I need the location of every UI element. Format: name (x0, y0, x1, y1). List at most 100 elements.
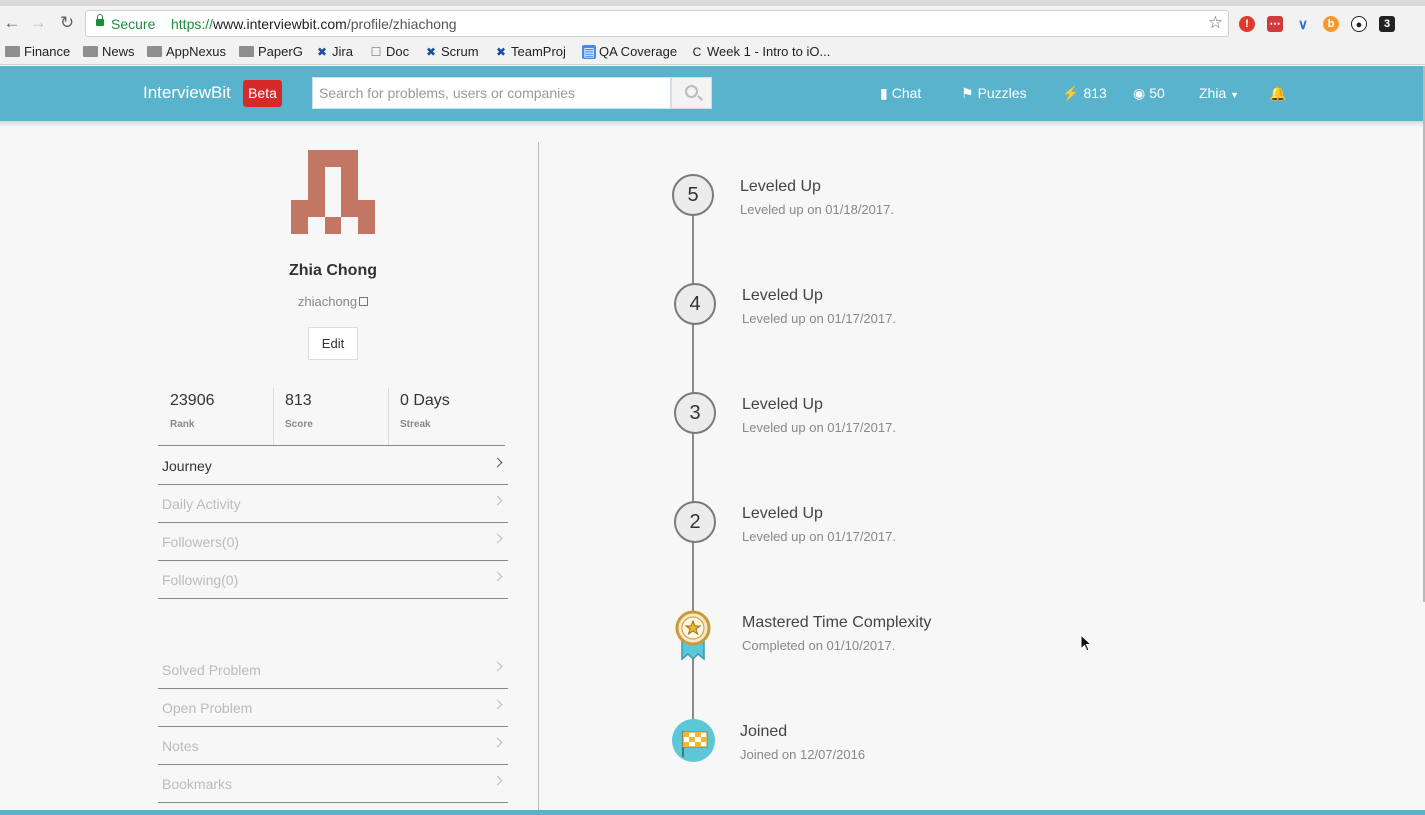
menu-following[interactable]: Following(0) (158, 561, 508, 599)
browser-toolbar: ← → ↻ Secure https://www.interviewbit.co… (0, 6, 1425, 40)
user-menu[interactable]: Zhia ▼ (1199, 85, 1239, 101)
bookmarks-bar: Finance News AppNexus PaperG ✖ Jira ☐ Doc … (0, 40, 1425, 65)
folder-icon (83, 46, 98, 57)
bookmark-label: News (102, 44, 135, 59)
bookmark-scrum[interactable]: ✖ Scrum (424, 44, 479, 59)
chevron-right-icon (492, 571, 503, 582)
menu-notes[interactable]: Notes (158, 727, 508, 765)
bookmark-appnexus[interactable]: AppNexus (147, 44, 226, 59)
handle-text: zhiachong (297, 294, 358, 309)
back-icon[interactable]: ← (2, 14, 22, 32)
bell-icon[interactable]: 🔔 (1269, 85, 1286, 102)
user-name: Zhia (1199, 85, 1227, 101)
stat-rank: 23906 Rank (158, 388, 273, 445)
mouse-cursor-icon (1080, 634, 1093, 652)
extension-b-icon[interactable]: b (1323, 16, 1339, 32)
chevron-right-icon (492, 699, 503, 710)
bookmark-label: QA Coverage (599, 44, 678, 59)
event-title: Leveled Up (740, 178, 821, 195)
bookmark-label: Jira (332, 44, 353, 59)
bolt-icon: ⚡ (1062, 85, 1080, 101)
menu-daily-activity[interactable]: Daily Activity (158, 485, 508, 523)
level-badge: 2 (674, 501, 716, 543)
address-bar[interactable]: Secure https://www.interviewbit.com/prof… (85, 10, 1229, 37)
extension-dots-icon[interactable]: ⋯ (1267, 16, 1283, 32)
search-input[interactable] (312, 77, 671, 109)
chat-label: Chat (891, 85, 922, 101)
menu-journey[interactable]: Journey (158, 447, 508, 485)
search-button[interactable] (671, 77, 712, 109)
lock-icon (96, 14, 104, 26)
bookmark-label: PaperG (258, 44, 303, 59)
beta-badge: Beta (243, 80, 282, 107)
extension-badge: 3 (1383, 18, 1391, 30)
menu-label: Following(0) (162, 572, 239, 588)
coins-link[interactable]: ◉ 50 (1133, 85, 1165, 102)
stat-value: 23906 (170, 392, 215, 409)
chat-link[interactable]: ▮ Chat (880, 85, 921, 102)
stat-value: 0 Days (400, 392, 450, 409)
app-header: InterviewBit Beta ▮Chat ⚑Puzzles ⚡813 ◉5… (0, 66, 1425, 121)
doc-search-icon: ☐ (370, 45, 382, 59)
bookmark-label: AppNexus (166, 44, 226, 59)
chevron-right-icon (492, 457, 503, 468)
edit-button[interactable]: Edit (308, 327, 358, 360)
folder-icon (239, 46, 254, 57)
bookmark-star-icon[interactable]: ☆ (1208, 13, 1223, 33)
bookmark-label: Doc (386, 44, 410, 59)
puzzles-link[interactable]: ⚑ Puzzles (961, 85, 1027, 102)
bookmark-label: Finance (24, 44, 71, 59)
stat-score: 813 Score (273, 388, 388, 445)
chevron-right-icon (492, 775, 503, 786)
stat-value: 813 (285, 392, 312, 409)
stats-bottom-border (158, 445, 505, 446)
bookmark-doc[interactable]: ☐ Doc (369, 44, 410, 59)
footer-bar (0, 810, 1425, 815)
profile-handle: zhiachong (258, 294, 408, 309)
checkered-flag-icon (682, 731, 708, 757)
bookmark-week1[interactable]: C Week 1 - Intro to iO... (690, 44, 831, 59)
menu-label: Daily Activity (162, 496, 241, 512)
score-link[interactable]: ⚡ 813 (1062, 85, 1107, 102)
extension-panda-icon[interactable]: ● (1351, 16, 1367, 32)
level-badge: 5 (672, 174, 714, 216)
folder-icon (147, 46, 162, 57)
coins-value: 50 (1149, 85, 1165, 101)
puzzles-label: Puzzles (977, 85, 1027, 101)
bookmark-label: TeamProj (511, 44, 566, 59)
header-shadow (0, 121, 1425, 127)
url-domain: www.interviewbit.com (213, 16, 347, 32)
menu-open-problem[interactable]: Open Problem (158, 689, 508, 727)
bookmark-jira[interactable]: ✖ Jira (315, 44, 353, 59)
brand-logo[interactable]: InterviewBit (143, 83, 231, 103)
event-subtitle: Leveled up on 01/17/2017. (742, 529, 896, 544)
menu-label: Bookmarks (162, 776, 233, 792)
bookmark-finance[interactable]: Finance (5, 44, 70, 59)
extension-v-icon[interactable]: ∨ (1295, 16, 1311, 32)
menu-solved-problem[interactable]: Solved Problem (158, 651, 508, 689)
event-subtitle: Joined on 12/07/2016 (740, 747, 866, 762)
bookmark-qa-coverage[interactable]: ▤ QA Coverage (582, 44, 677, 59)
menu-label: Journey (162, 458, 212, 474)
menu-followers[interactable]: Followers(0) (158, 523, 508, 561)
jira-icon: ✖ (495, 45, 507, 59)
copy-icon[interactable] (359, 297, 369, 306)
search-icon (685, 85, 698, 98)
forward-icon[interactable]: → (28, 14, 48, 32)
extension-counter-icon[interactable]: 3 (1379, 16, 1395, 32)
url-text[interactable]: https://www.interviewbit.com/profile/zhi… (171, 16, 457, 32)
chevron-right-icon (492, 737, 503, 748)
menu-bookmarks[interactable]: Bookmarks (158, 765, 508, 803)
coin-icon: ◉ (1133, 85, 1146, 101)
event-subtitle: Leveled up on 01/17/2017. (742, 311, 896, 326)
event-subtitle: Completed on 01/10/2017. (742, 638, 896, 653)
bookmark-paperg[interactable]: PaperG (239, 44, 303, 59)
bookmark-teamproj[interactable]: ✖ TeamProj (494, 44, 566, 59)
folder-icon (5, 46, 20, 57)
bookmark-news[interactable]: News (83, 44, 135, 59)
chevron-right-icon (492, 533, 503, 544)
extension-shield-icon[interactable]: ! (1239, 16, 1255, 32)
stat-label: Score (285, 419, 313, 430)
reload-icon[interactable]: ↻ (57, 14, 77, 32)
secure-label: Secure (111, 16, 156, 32)
